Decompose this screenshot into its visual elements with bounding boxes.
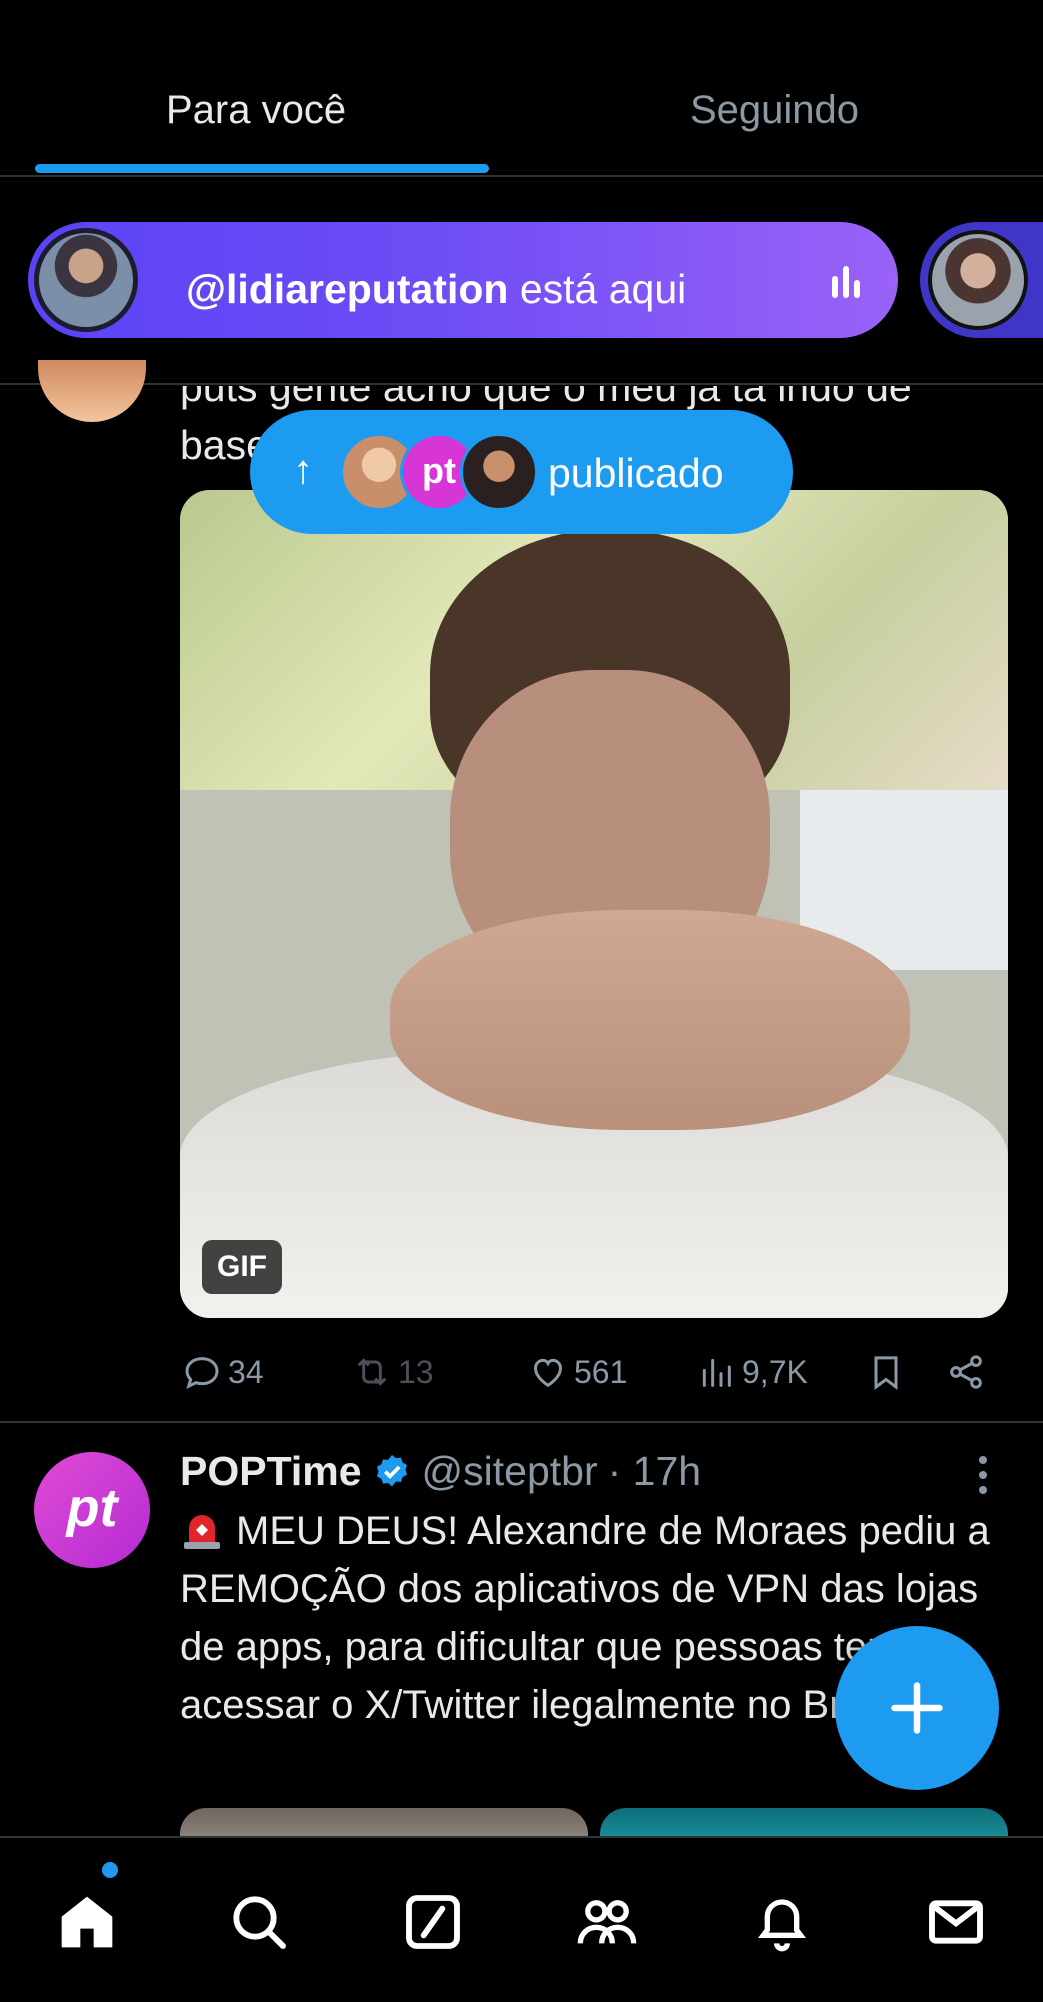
reply-icon xyxy=(185,1357,219,1389)
communities-icon xyxy=(577,1900,637,1944)
verified-badge-icon xyxy=(376,1454,407,1486)
compose-button[interactable] xyxy=(835,1626,999,1790)
new-posts-label: publicado xyxy=(548,450,724,496)
bell-icon xyxy=(758,1899,806,1952)
arrow-up-icon: ↑ xyxy=(293,448,313,492)
tweet-author-name[interactable]: POPTime xyxy=(180,1448,362,1495)
tweet-time: · 17h xyxy=(607,1448,702,1494)
view-count: 9,7K xyxy=(742,1353,808,1390)
views-icon xyxy=(702,1358,731,1387)
divider xyxy=(0,383,1043,385)
tweet-image[interactable] xyxy=(180,1808,588,1838)
bottom-navigation xyxy=(0,1836,1043,2002)
heart-icon xyxy=(533,1358,563,1388)
like-button[interactable]: 561 xyxy=(528,1352,627,1392)
reply-count: 34 xyxy=(228,1353,264,1390)
tweet-header: POPTime @siteptbr · 17h xyxy=(180,1448,701,1495)
repost-count: 13 xyxy=(398,1353,434,1390)
gif-badge: GIF xyxy=(202,1240,282,1294)
repost-icon xyxy=(357,1358,387,1386)
tab-following[interactable]: Seguindo xyxy=(690,88,859,133)
share-button[interactable] xyxy=(946,1352,986,1392)
tab-for-you[interactable]: Para você xyxy=(166,88,346,133)
poptime-avatar[interactable]: pt xyxy=(34,1452,150,1568)
space-host-avatar[interactable] xyxy=(34,228,138,332)
new-post-avatar xyxy=(460,433,538,511)
siren-emoji-icon xyxy=(184,1515,220,1549)
like-count: 561 xyxy=(574,1353,628,1390)
next-space-avatar[interactable] xyxy=(928,230,1028,330)
space-host-handle: @lidiareputation xyxy=(186,266,509,312)
space-status: @lidiareputation está aqui xyxy=(186,266,686,313)
nav-grok[interactable] xyxy=(401,1890,465,1954)
active-tab-indicator xyxy=(35,164,489,173)
divider xyxy=(0,1421,1043,1423)
nav-messages[interactable] xyxy=(924,1890,988,1954)
partial-tweet-avatar[interactable] xyxy=(38,360,146,422)
mail-icon xyxy=(929,1900,983,1944)
bookmark-button[interactable] xyxy=(866,1352,906,1392)
reply-button[interactable]: 34 xyxy=(182,1352,264,1392)
gif-person-hands xyxy=(390,910,910,1130)
audio-bars-icon xyxy=(832,266,865,298)
share-icon xyxy=(950,1355,982,1389)
grok-icon xyxy=(406,1895,460,1949)
tweet-author-handle[interactable]: @siteptbr xyxy=(422,1448,598,1495)
bookmark-icon xyxy=(874,1356,898,1390)
nav-search[interactable] xyxy=(227,1890,291,1954)
views-button[interactable]: 9,7K xyxy=(696,1352,808,1392)
more-options-icon[interactable] xyxy=(976,1456,990,1501)
divider xyxy=(0,175,1043,177)
timeline-tabs: Para você Seguindo xyxy=(0,0,1043,176)
nav-communities[interactable] xyxy=(575,1890,639,1954)
unread-dot xyxy=(102,1862,118,1878)
nav-home[interactable] xyxy=(55,1890,119,1954)
search-icon xyxy=(233,1896,286,1949)
repost-button[interactable]: 13 xyxy=(352,1352,434,1392)
home-icon xyxy=(61,1896,113,1948)
tweet-gif[interactable]: GIF xyxy=(180,490,1008,1318)
tweet-image[interactable] xyxy=(600,1808,1008,1838)
space-status-text: está aqui xyxy=(508,266,687,312)
plus-icon xyxy=(891,1682,943,1734)
nav-notifications[interactable] xyxy=(750,1890,814,1954)
